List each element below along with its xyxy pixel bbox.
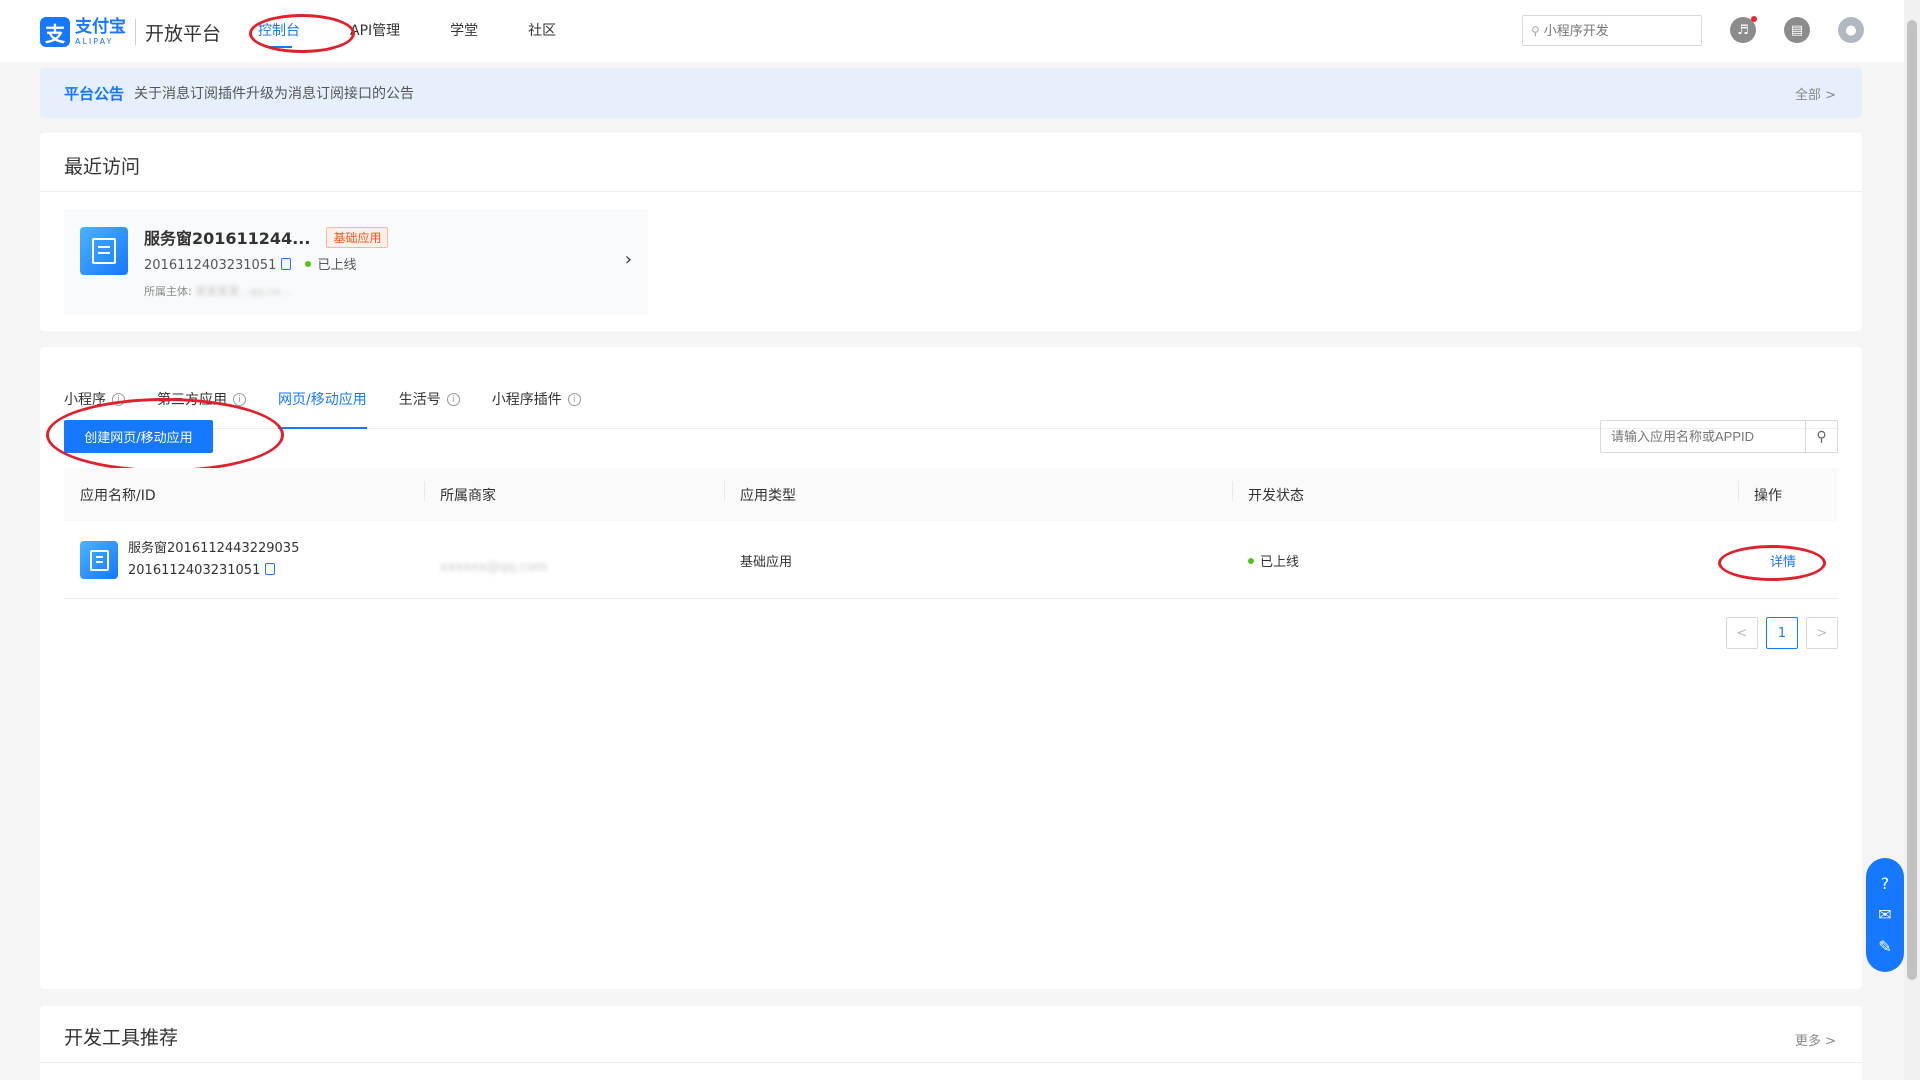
app-search-input[interactable] xyxy=(1601,421,1805,452)
app-icon xyxy=(80,541,118,579)
logo-cn-text: 支付宝 xyxy=(75,16,126,37)
nav-item-academy[interactable]: 学堂 xyxy=(450,0,478,62)
nav-item-community[interactable]: 社区 xyxy=(528,0,556,62)
info-icon: i xyxy=(446,393,460,406)
copy-icon[interactable] xyxy=(265,563,276,575)
owner-label: 所属主体: xyxy=(144,285,192,298)
recent-app-name: 服务窗201611244... xyxy=(144,229,311,248)
apps-table: 应用名称/ID 所属商家 应用类型 开发状态 操作 服务窗20161124432… xyxy=(64,468,1838,599)
app-tabs: 小程序 i 第三方应用 i 网页/移动应用 生活号 i 小程序插件 i xyxy=(64,371,1838,429)
divider xyxy=(40,1062,1862,1063)
nav-item-console[interactable]: 控制台 xyxy=(258,0,300,62)
global-search-input[interactable] xyxy=(1543,23,1694,38)
nav-item-api[interactable]: API管理 xyxy=(350,0,400,62)
recent-app-card[interactable]: 服务窗201611244... 基础应用 2016112403231051 已上… xyxy=(64,209,648,315)
app-name: 服务窗2016112443229035 xyxy=(128,541,300,556)
search-icon: ⚲ xyxy=(1531,23,1540,38)
recent-visits-card: 最近访问 服务窗201611244... 基础应用 20161124032310… xyxy=(40,133,1862,331)
platform-name: 开放平台 xyxy=(145,22,222,45)
search-icon[interactable]: ⚲ xyxy=(1805,421,1837,452)
merchant-value: xxxxxx@qq.com xyxy=(440,559,548,575)
floating-help-bar: ? ✉ ✎ xyxy=(1866,858,1904,972)
col-status: 开发状态 xyxy=(1232,481,1738,505)
status-dot xyxy=(1248,557,1254,564)
detail-link[interactable]: 详情 xyxy=(1770,555,1796,570)
info-icon: i xyxy=(567,393,581,406)
app-search[interactable]: ⚲ xyxy=(1600,420,1838,453)
alipay-logo-icon: 支 xyxy=(40,17,70,47)
col-action: 操作 xyxy=(1738,481,1838,505)
pagination: < 1 > xyxy=(1726,617,1838,649)
bell-icon[interactable]: ♬ xyxy=(1730,16,1757,43)
recent-visits-title: 最近访问 xyxy=(64,156,141,178)
app-type-tag: 基础应用 xyxy=(326,226,389,248)
copy-icon[interactable] xyxy=(281,258,292,270)
app-type: 基础应用 xyxy=(740,554,793,570)
dev-tools-card: 开发工具推荐 更多 > xyxy=(40,1006,1862,1080)
prev-page-button[interactable]: < xyxy=(1726,617,1758,649)
tab-web-mobile[interactable]: 网页/移动应用 xyxy=(278,371,367,429)
app-id: 2016112403231051 xyxy=(128,563,261,578)
global-search[interactable]: ⚲ xyxy=(1522,15,1702,46)
col-merchant: 所属商家 xyxy=(424,481,724,505)
document-icon[interactable]: ▤ xyxy=(1784,17,1810,43)
scrollbar[interactable] xyxy=(1904,0,1920,1080)
announcement-bar: 平台公告 关于消息订阅插件升级为消息订阅接口的公告 全部 > xyxy=(40,68,1862,118)
apps-card: 小程序 i 第三方应用 i 网页/移动应用 生活号 i 小程序插件 i 创建网页/移动应… xyxy=(40,347,1862,989)
dev-tools-title: 开发工具推荐 xyxy=(64,1027,179,1049)
announcement-link[interactable]: 关于消息订阅插件升级为消息订阅接口的公告 xyxy=(134,83,414,103)
user-avatar-icon[interactable]: ● xyxy=(1838,17,1864,43)
top-header: 支 支付宝 ALIPAY 开放平台 控制台 API管理 学堂 社区 ⚲ ♬ ▤ … xyxy=(0,0,1920,62)
divider xyxy=(40,191,1862,192)
scrollbar-thumb[interactable] xyxy=(1907,20,1917,980)
feedback-icon[interactable]: ✎ xyxy=(1878,937,1891,956)
logo-divider xyxy=(135,19,136,45)
info-icon: i xyxy=(233,393,246,406)
info-icon: i xyxy=(112,393,125,406)
table-header: 应用名称/ID 所属商家 应用类型 开发状态 操作 xyxy=(64,468,1838,522)
page-1-button[interactable]: 1 xyxy=(1766,617,1798,649)
recent-app-id: 2016112403231051 xyxy=(144,258,277,273)
status-dot xyxy=(305,261,312,267)
app-status: 已上线 xyxy=(1260,554,1300,570)
col-type: 应用类型 xyxy=(724,481,1232,505)
chat-icon[interactable]: ✉ xyxy=(1878,905,1891,924)
create-web-app-button[interactable]: 创建网页/移动应用 xyxy=(64,420,213,453)
logo-en-text: ALIPAY xyxy=(75,36,114,46)
table-row: 服务窗2016112443229035 2016112403231051 xxx… xyxy=(64,522,1838,599)
more-link[interactable]: 更多 > xyxy=(1795,1030,1836,1049)
app-icon xyxy=(80,227,128,275)
chevron-right-icon[interactable]: › xyxy=(625,249,632,270)
recent-app-status: 已上线 xyxy=(317,258,357,273)
tab-lifestyle[interactable]: 生活号 i xyxy=(399,371,460,428)
announcement-all-link[interactable]: 全部 > xyxy=(1795,84,1836,103)
owner-value: 某某某某...qq.co... xyxy=(195,285,291,298)
tab-mini-plugin[interactable]: 小程序插件 i xyxy=(492,371,581,428)
help-icon[interactable]: ? xyxy=(1881,874,1890,893)
col-name: 应用名称/ID xyxy=(80,488,156,504)
main-nav: 控制台 API管理 学堂 社区 xyxy=(258,0,606,62)
notification-dot xyxy=(1751,16,1757,22)
announcement-tag: 平台公告 xyxy=(64,84,125,103)
alipay-logo[interactable]: 支 支付宝 ALIPAY 开放平台 xyxy=(40,17,221,47)
next-page-button[interactable]: > xyxy=(1806,617,1838,649)
